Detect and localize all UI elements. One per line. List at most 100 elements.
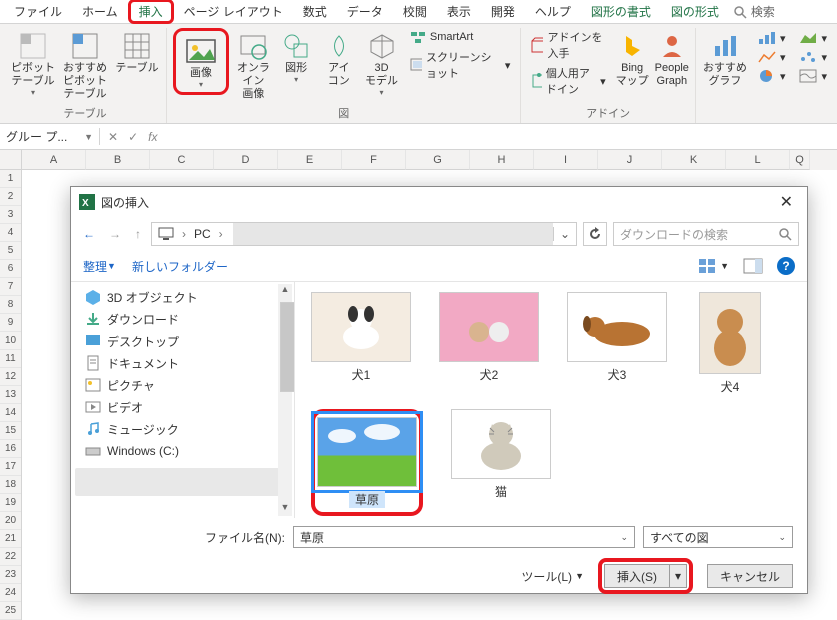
cancel-button[interactable]: キャンセル (707, 564, 793, 588)
file-cat[interactable]: 猫 (451, 409, 551, 516)
row-header[interactable]: 19 (0, 494, 21, 512)
col-header[interactable]: B (86, 150, 150, 170)
file-grass-selected[interactable]: 草原 (311, 409, 423, 516)
file-dog3[interactable]: 犬3 (567, 292, 667, 395)
tree-desktop[interactable]: デスクトップ (85, 330, 294, 352)
chart-bar-button[interactable]: ▾ (754, 30, 790, 46)
tab-developer[interactable]: 開発 (481, 0, 525, 23)
tab-data[interactable]: データ (337, 0, 393, 23)
tab-help[interactable]: ヘルプ (525, 0, 581, 23)
preview-pane-button[interactable] (743, 258, 763, 274)
file-dog2[interactable]: 犬2 (439, 292, 539, 395)
file-filter-dropdown[interactable]: すべての図 ⌄ (643, 526, 793, 548)
ribbon-search[interactable]: 検索 (733, 3, 775, 20)
tree-pictures[interactable]: ピクチャ (85, 374, 294, 396)
nav-back-button[interactable]: ← (79, 225, 99, 243)
row-header[interactable]: 6 (0, 260, 21, 278)
filename-input[interactable]: 草原 ⌄ (293, 526, 635, 548)
new-folder-button[interactable]: 新しいフォルダー (132, 258, 228, 275)
online-pictures-button[interactable]: オンライン 画像 (235, 28, 272, 102)
row-header[interactable]: 3 (0, 206, 21, 224)
refresh-button[interactable] (583, 222, 607, 246)
row-header[interactable]: 12 (0, 368, 21, 386)
tab-shape-format[interactable]: 図形の書式 (581, 0, 661, 23)
col-header[interactable]: G (406, 150, 470, 170)
row-header[interactable]: 11 (0, 350, 21, 368)
tab-page-layout[interactable]: ページ レイアウト (174, 0, 293, 23)
tree-3d-objects[interactable]: 3D オブジェクト (85, 286, 294, 308)
help-button[interactable]: ? (777, 257, 795, 275)
icons-button[interactable]: アイ コン (320, 28, 357, 88)
file-dog1[interactable]: 犬1 (311, 292, 411, 395)
breadcrumb-pc[interactable]: PC (194, 227, 211, 241)
tab-view[interactable]: 表示 (437, 0, 481, 23)
row-header[interactable]: 7 (0, 278, 21, 296)
screenshot-button[interactable]: スクリーンショット ▾ (406, 48, 515, 82)
col-header[interactable]: A (22, 150, 86, 170)
table-button[interactable]: テーブル (114, 28, 160, 75)
row-header[interactable]: 25 (0, 602, 21, 620)
insert-button[interactable]: 挿入(S) ▾ (604, 564, 687, 588)
row-header[interactable]: 24 (0, 584, 21, 602)
col-header[interactable]: Q (790, 150, 810, 170)
scroll-down-icon[interactable]: ▼ (278, 502, 292, 516)
tools-dropdown[interactable]: ツール(L) ▼ (521, 568, 584, 585)
row-header[interactable]: 2 (0, 188, 21, 206)
chevron-down-icon[interactable]: ⌄ (620, 532, 628, 543)
tree-downloads[interactable]: ダウンロード (85, 308, 294, 330)
row-header[interactable]: 22 (0, 548, 21, 566)
tab-insert[interactable]: 挿入 (128, 0, 174, 24)
pictures-button[interactable]: 画像▾ (178, 33, 224, 90)
chart-area-button[interactable]: ▾ (795, 30, 831, 46)
bing-maps-button[interactable]: Bing マップ (616, 28, 649, 88)
row-header[interactable]: 21 (0, 530, 21, 548)
tab-formulas[interactable]: 数式 (293, 0, 337, 23)
fx-icon[interactable]: fx (148, 130, 157, 144)
organize-button[interactable]: 整理 ▼ (83, 258, 116, 275)
chart-pie-button[interactable]: ▾ (754, 68, 790, 84)
view-mode-button[interactable]: ▼ (698, 258, 729, 274)
row-header[interactable]: 10 (0, 332, 21, 350)
nav-forward-button[interactable]: → (105, 225, 125, 243)
row-header[interactable]: 23 (0, 566, 21, 584)
enter-icon[interactable]: ✓ (128, 130, 138, 144)
scroll-thumb[interactable] (280, 302, 295, 392)
col-header[interactable]: E (278, 150, 342, 170)
close-button[interactable]: ✕ (774, 192, 799, 212)
col-header[interactable]: D (214, 150, 278, 170)
insert-dropdown[interactable]: ▾ (670, 569, 686, 583)
row-header[interactable]: 1 (0, 170, 21, 188)
row-header[interactable]: 17 (0, 458, 21, 476)
recommended-pivot-button[interactable]: おすすめ ピボットテーブル (62, 28, 108, 102)
cancel-icon[interactable]: ✕ (108, 130, 118, 144)
breadcrumb[interactable]: › PC › ⌄ (151, 222, 577, 246)
breadcrumb-dropdown[interactable]: ⌄ (553, 227, 576, 241)
row-header[interactable]: 8 (0, 296, 21, 314)
tree-scrollbar[interactable]: ▲ ▼ (278, 284, 292, 516)
col-header[interactable]: F (342, 150, 406, 170)
row-header[interactable]: 5 (0, 242, 21, 260)
row-header[interactable]: 18 (0, 476, 21, 494)
tab-review[interactable]: 校閲 (393, 0, 437, 23)
breadcrumb-current[interactable] (233, 223, 553, 245)
tree-redacted-item[interactable] (75, 468, 283, 496)
row-header[interactable]: 4 (0, 224, 21, 242)
select-all-corner[interactable] (0, 150, 22, 170)
pivot-table-button[interactable]: ピボット テーブル▾ (10, 28, 56, 98)
row-header[interactable]: 20 (0, 512, 21, 530)
nav-up-button[interactable]: ↑ (131, 225, 145, 243)
col-header[interactable]: I (534, 150, 598, 170)
recommended-charts-button[interactable]: おすすめ グラフ (702, 28, 748, 88)
chart-scatter-button[interactable]: ▾ (795, 49, 831, 65)
my-addins-button[interactable]: 個人用アドイン ▾ (527, 64, 609, 98)
row-header[interactable]: 14 (0, 404, 21, 422)
shapes-button[interactable]: 図形▾ (278, 28, 315, 85)
col-header[interactable]: K (662, 150, 726, 170)
chart-map-button[interactable]: ▾ (795, 68, 831, 84)
row-header[interactable]: 16 (0, 440, 21, 458)
get-addins-button[interactable]: アドインを入手 (527, 28, 609, 62)
scroll-up-icon[interactable]: ▲ (278, 284, 292, 298)
smartart-button[interactable]: SmartArt (406, 28, 515, 46)
3d-models-button[interactable]: 3D モデル▾ (363, 28, 400, 98)
col-header[interactable]: H (470, 150, 534, 170)
